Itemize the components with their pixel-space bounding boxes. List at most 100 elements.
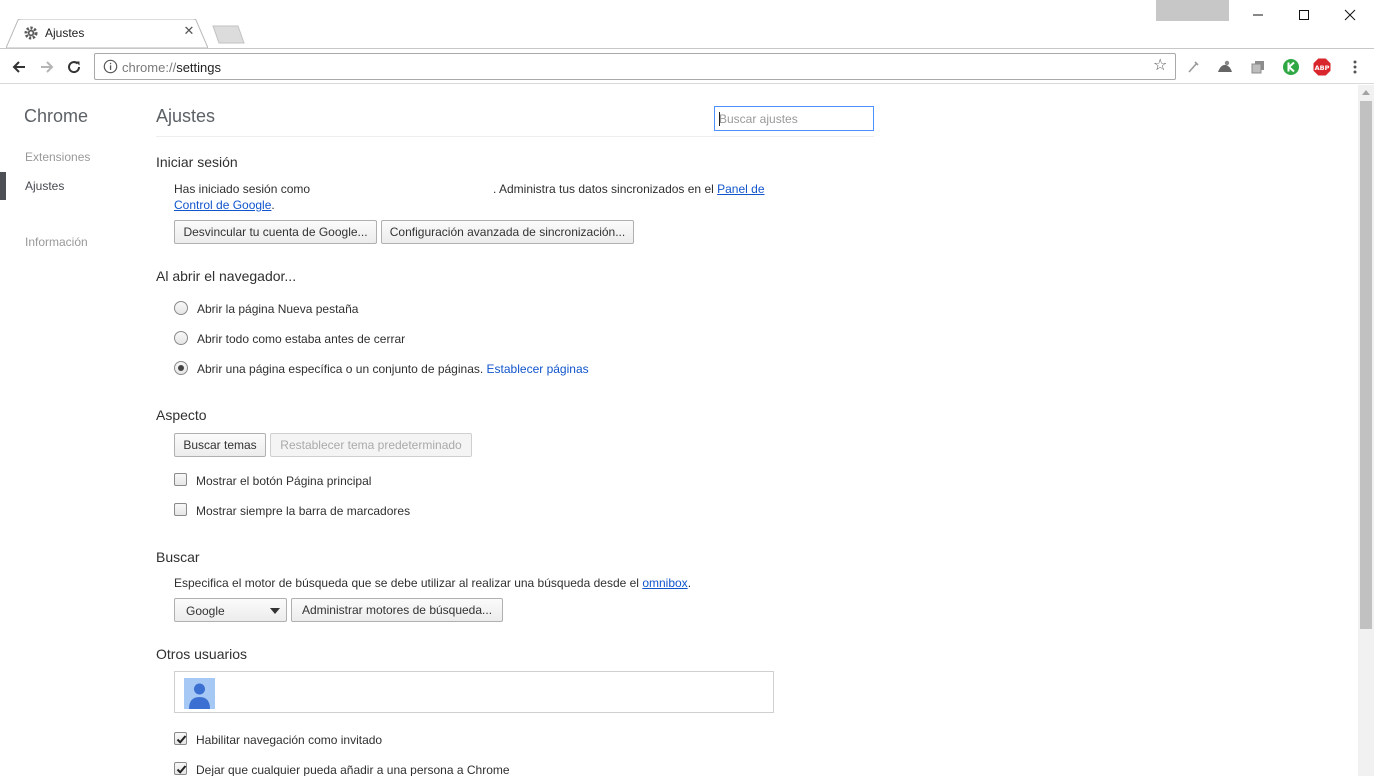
startup-label-continue: Abrir todo como estaba antes de cerrar xyxy=(197,332,406,346)
url-scheme: chrome:// xyxy=(122,60,177,75)
omnibox[interactable]: chrome://settings ☆ xyxy=(94,53,1176,80)
startup-radio-specific-pages[interactable] xyxy=(174,361,188,375)
weather-icon xyxy=(1218,60,1232,72)
startup-label-specific-text: Abrir una página específica o un conjunt… xyxy=(197,362,484,376)
search-description: Especifica el motor de búsqueda que se d… xyxy=(174,576,691,590)
star-icon[interactable]: ☆ xyxy=(1153,58,1169,74)
users-list[interactable] xyxy=(174,671,774,713)
checkmark-icon xyxy=(176,735,187,744)
svg-text:ABP: ABP xyxy=(1315,64,1330,72)
avatar[interactable] xyxy=(184,678,215,709)
signin-text-after: . Administra tus datos sincronizados en … xyxy=(493,182,765,196)
forward-button[interactable] xyxy=(36,56,58,78)
show-bookmarks-bar-checkbox[interactable] xyxy=(174,503,187,516)
sidebar-item-settings[interactable]: Ajustes xyxy=(25,179,64,193)
pen-icon xyxy=(1188,61,1199,73)
menu-icon xyxy=(1353,60,1357,74)
signin-text-before: Has iniciado sesión como xyxy=(174,182,311,196)
sidebar-item-about[interactable]: Información xyxy=(25,235,88,249)
show-home-button-checkbox[interactable] xyxy=(174,473,187,486)
tab-title: Ajustes xyxy=(45,26,85,40)
extension-weather-button[interactable] xyxy=(1216,58,1234,76)
search-settings-placeholder: Buscar ajustes xyxy=(719,112,798,126)
page-scrollbar[interactable] xyxy=(1358,85,1374,776)
new-tab-button[interactable] xyxy=(207,25,245,44)
tab-settings[interactable]: Ajustes ✕ xyxy=(6,19,208,48)
guest-browsing-label: Habilitar navegación como invitado xyxy=(196,733,383,747)
add-person-checkbox[interactable] xyxy=(174,762,187,775)
add-person-label: Dejar que cualquier pueda añadir a una p… xyxy=(196,763,510,776)
back-icon xyxy=(12,61,25,73)
close-icon[interactable]: ✕ xyxy=(182,24,196,38)
advanced-sync-button[interactable]: Configuración avanzada de sincronización… xyxy=(381,220,634,244)
show-home-button-label: Mostrar el botón Página principal xyxy=(196,474,372,488)
startup-label-new-tab: Abrir la página Nueva pestaña xyxy=(197,302,359,316)
sidebar-item-extensions[interactable]: Extensiones xyxy=(25,150,90,164)
sidebar: Chrome Extensiones Ajustes Información xyxy=(0,85,140,776)
signin-text-after-label: . Administra tus datos sincronizados en … xyxy=(493,182,714,196)
forward-icon xyxy=(41,61,54,73)
guest-browsing-checkbox[interactable] xyxy=(174,732,187,745)
section-title-users: Otros usuarios xyxy=(156,646,248,662)
search-settings-input[interactable]: Buscar ajustes xyxy=(714,106,874,131)
search-engine-select[interactable]: Google xyxy=(174,598,287,622)
signin-text-line2: Control de Google. xyxy=(174,198,275,212)
gear-icon xyxy=(24,26,38,40)
dashboard-link-part2[interactable]: Control de Google xyxy=(174,198,271,212)
reset-theme-button[interactable]: Restablecer tema predeterminado xyxy=(270,433,472,457)
url-text: chrome://settings xyxy=(122,60,221,75)
section-title-startup: Al abrir el navegador... xyxy=(156,268,297,284)
signin-period: . xyxy=(271,198,275,212)
title-bar: Ajustes ✕ xyxy=(0,0,1374,48)
scrollbar-thumb[interactable] xyxy=(1360,101,1372,629)
k-icon xyxy=(1283,59,1299,75)
minimize-icon xyxy=(1253,14,1263,16)
dashboard-link-part1[interactable]: Panel de xyxy=(717,182,764,196)
settings-page: Chrome Extensiones Ajustes Información A… xyxy=(0,85,1358,776)
copy-icon xyxy=(1251,61,1264,74)
minimize-button[interactable] xyxy=(1235,0,1281,30)
search-period: . xyxy=(687,576,692,590)
adblock-plus-button[interactable]: ABP xyxy=(1313,58,1331,76)
get-themes-button[interactable]: Buscar temas xyxy=(174,433,266,457)
menu-button[interactable] xyxy=(1346,58,1364,76)
close-window-icon xyxy=(1344,9,1356,21)
extension-pen-button[interactable] xyxy=(1185,58,1203,76)
maximize-button[interactable] xyxy=(1281,0,1327,30)
header-divider xyxy=(156,136,874,137)
section-title-search: Buscar xyxy=(156,549,200,565)
show-bookmarks-bar-label: Mostrar siempre la barra de marcadores xyxy=(196,504,411,518)
startup-radio-continue[interactable] xyxy=(174,331,188,345)
omnibox-link[interactable]: omnibox xyxy=(642,576,687,590)
reload-button[interactable] xyxy=(63,56,85,78)
reload-icon xyxy=(68,61,81,74)
profile-area[interactable] xyxy=(1156,0,1229,21)
extension-copy-button[interactable] xyxy=(1249,58,1267,76)
manage-search-engines-button[interactable]: Administrar motores de búsqueda... xyxy=(291,598,503,622)
chevron-down-icon xyxy=(270,608,280,614)
set-pages-link[interactable]: Establecer páginas xyxy=(487,362,589,376)
info-icon[interactable] xyxy=(103,59,118,74)
extension-k-button[interactable] xyxy=(1282,58,1300,76)
text-caret xyxy=(719,112,720,126)
disconnect-account-button[interactable]: Desvincular tu cuenta de Google... xyxy=(174,220,377,244)
scroll-up-arrow-icon[interactable] xyxy=(1362,90,1370,95)
maximize-icon xyxy=(1299,10,1309,20)
person-icon xyxy=(189,683,210,709)
section-title-signin: Iniciar sesión xyxy=(156,154,238,170)
checkmark-icon xyxy=(176,765,187,774)
sidebar-selected-marker xyxy=(0,172,6,200)
page-title: Ajustes xyxy=(156,106,216,126)
url-path: settings xyxy=(176,60,221,75)
toolbar: chrome://settings ☆ ABP xyxy=(0,48,1374,84)
close-window-button[interactable] xyxy=(1327,0,1373,30)
settings-main: Ajustes Buscar ajustes Iniciar sesión Ha… xyxy=(156,85,876,776)
startup-radio-new-tab[interactable] xyxy=(174,301,188,315)
sidebar-brand: Chrome xyxy=(24,106,89,126)
startup-label-specific: Abrir una página específica o un conjunt… xyxy=(197,362,589,376)
search-engine-value: Google xyxy=(186,604,225,618)
abp-icon: ABP xyxy=(1313,58,1331,76)
back-button[interactable] xyxy=(8,56,30,78)
search-description-text: Especifica el motor de búsqueda que se d… xyxy=(174,576,639,590)
section-title-appearance: Aspecto xyxy=(156,407,207,423)
